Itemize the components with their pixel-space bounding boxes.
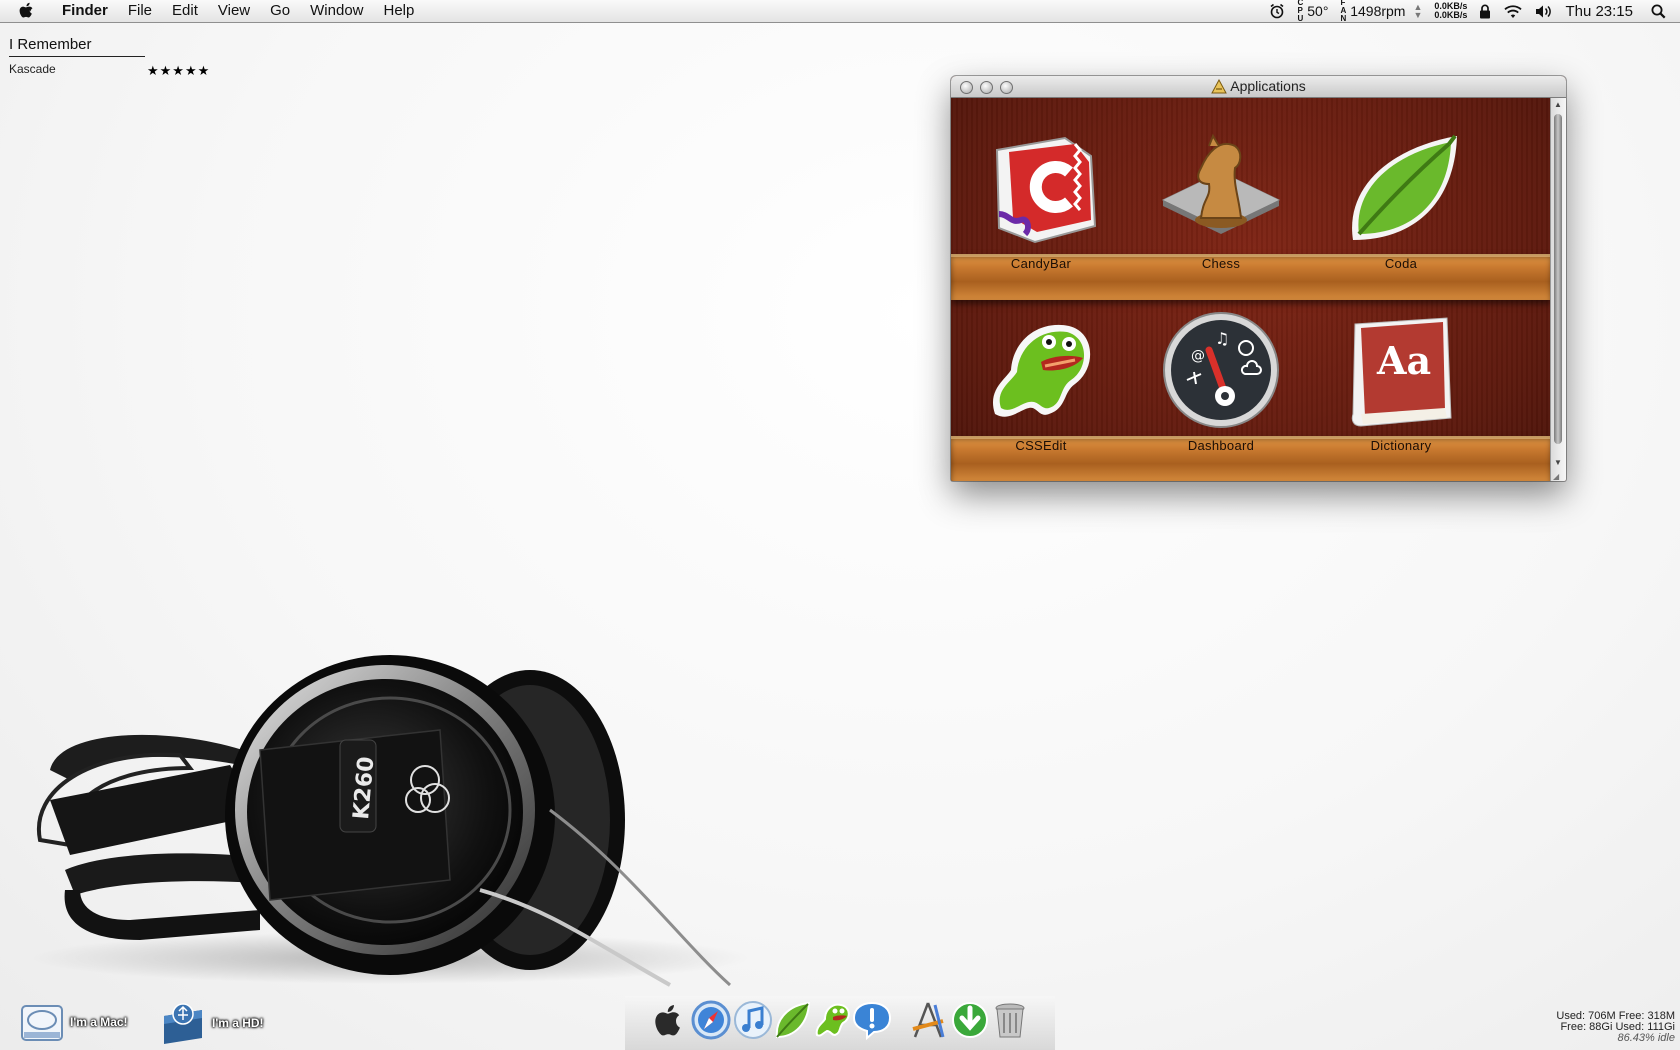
- scroll-up-arrow-icon[interactable]: ▲: [1554, 100, 1562, 109]
- lock-icon[interactable]: [1479, 4, 1491, 19]
- resize-grip-icon[interactable]: ◢: [1553, 472, 1559, 481]
- app-label-chess: Chess: [1201, 256, 1241, 271]
- fan-label: F A N: [1340, 0, 1346, 23]
- dock: [625, 996, 1055, 1050]
- fan-speed[interactable]: F A N 1498rpm ▲ ▼: [1340, 0, 1422, 23]
- apple-menu-icon[interactable]: [18, 1, 38, 21]
- app-chess[interactable]: Chess: [1136, 128, 1306, 271]
- window-minimize-button[interactable]: [980, 81, 993, 94]
- menu-window[interactable]: Window: [300, 0, 373, 22]
- drive-label-mac: I'm a Mac!: [70, 1015, 128, 1029]
- window-zoom-button[interactable]: [1000, 81, 1013, 94]
- scroll-down-arrow-icon[interactable]: ▼: [1554, 458, 1562, 467]
- desktop-drive-hd[interactable]: I'm a HD!: [160, 1000, 264, 1046]
- cpu-label-u: U: [1297, 14, 1304, 23]
- cpu-temperature[interactable]: C P U 50°: [1297, 0, 1328, 23]
- svg-text:Aa: Aa: [1376, 338, 1431, 383]
- mac-drive-icon: [21, 1005, 63, 1041]
- spotlight-search-icon[interactable]: [1651, 4, 1666, 19]
- applications-folder-icon: [1211, 79, 1228, 94]
- track-title: I Remember: [9, 36, 145, 57]
- xcode-icon[interactable]: [907, 999, 949, 1041]
- menu-go[interactable]: Go: [260, 0, 300, 22]
- chess-icon: [1161, 133, 1281, 234]
- svg-text:♫: ♫: [1215, 329, 1229, 348]
- menu-edit[interactable]: Edit: [162, 0, 208, 22]
- now-playing-widget: I Remember Kascade ★★★★★: [9, 36, 209, 78]
- itunes-icon[interactable]: [732, 999, 774, 1041]
- cpu-label: C P U: [1297, 0, 1303, 23]
- menu-bar: Finder File Edit View Go Window Help C P…: [0, 0, 1680, 23]
- menubar-clock[interactable]: Thu 23:15: [1565, 3, 1633, 20]
- app-label-candybar: CandyBar: [1010, 256, 1072, 271]
- downloads-icon[interactable]: [949, 999, 991, 1041]
- window-title: Applications: [1230, 78, 1306, 94]
- volume-icon[interactable]: [1535, 4, 1553, 19]
- svg-text:@: @: [1191, 348, 1205, 364]
- cpu-temp-value: 50°: [1307, 3, 1329, 19]
- icon-view-area[interactable]: CandyBar Chess Coda CSSEdit @ ♫ Dashboar…: [951, 98, 1551, 481]
- window-titlebar[interactable]: Applications: [951, 76, 1566, 98]
- dictionary-icon: Aa: [1351, 317, 1452, 427]
- menu-file[interactable]: File: [118, 0, 162, 22]
- app-coda[interactable]: Coda: [1316, 128, 1486, 271]
- cssedit-icon: [992, 324, 1091, 417]
- app-dashboard[interactable]: @ ♫ Dashboard: [1136, 310, 1306, 453]
- app-label-dashboard: Dashboard: [1187, 438, 1255, 453]
- wifi-icon[interactable]: [1503, 4, 1523, 19]
- track-artist: Kascade: [9, 62, 56, 76]
- vertical-scrollbar[interactable]: ▲ ▼ ◢: [1550, 98, 1566, 481]
- usb-drive-icon: [164, 1003, 202, 1044]
- fan-speed-value: 1498rpm: [1350, 3, 1406, 19]
- menu-view[interactable]: View: [208, 0, 260, 22]
- app-label-coda: Coda: [1384, 256, 1418, 271]
- drive-label-hd: I'm a HD!: [212, 1016, 264, 1030]
- finder-icon[interactable]: [648, 999, 690, 1041]
- coda-icon[interactable]: [771, 999, 813, 1041]
- fan-label-n: N: [1340, 14, 1347, 23]
- applications-window[interactable]: Applications CandyBar Chess Coda CSSEdit…: [951, 76, 1566, 481]
- dashboard-icon: @ ♫: [1163, 312, 1279, 428]
- menu-app-name[interactable]: Finder: [52, 0, 118, 22]
- app-label-dictionary: Dictionary: [1370, 438, 1432, 453]
- app-dictionary[interactable]: Aa Dictionary: [1316, 310, 1486, 453]
- track-rating[interactable]: ★★★★★: [147, 63, 210, 79]
- scrollbar-thumb[interactable]: [1554, 114, 1562, 444]
- cpu-idle: 86.43% idle: [1617, 1032, 1676, 1044]
- candybar-icon: [995, 136, 1097, 244]
- system-stats-widget: Used: 706M Free: 318M Free: 88Gi Used: 1…: [1556, 1011, 1675, 1044]
- desktop-drive-mac[interactable]: I'm a Mac!: [20, 1000, 128, 1044]
- growl-icon[interactable]: [851, 999, 893, 1041]
- app-label-cssedit: CSSEdit: [1015, 438, 1067, 453]
- safari-icon[interactable]: [690, 999, 732, 1041]
- app-cssedit[interactable]: CSSEdit: [956, 310, 1126, 453]
- coda-leaf-icon: [1352, 134, 1457, 240]
- menu-help[interactable]: Help: [374, 0, 425, 22]
- trash-icon[interactable]: [989, 999, 1031, 1041]
- alarm-clock-icon[interactable]: [1269, 3, 1285, 19]
- updown-arrows-icon: ▲ ▼: [1413, 2, 1423, 20]
- app-candybar[interactable]: CandyBar: [956, 128, 1126, 271]
- network-speed[interactable]: 0.0KB/s 0.0KB/s: [1434, 2, 1467, 20]
- window-close-button[interactable]: [960, 81, 973, 94]
- net-down-value: 0.0KB/s: [1434, 10, 1468, 20]
- cssedit-icon[interactable]: [811, 999, 853, 1041]
- headphones-wallpaper-image: K260: [30, 655, 750, 987]
